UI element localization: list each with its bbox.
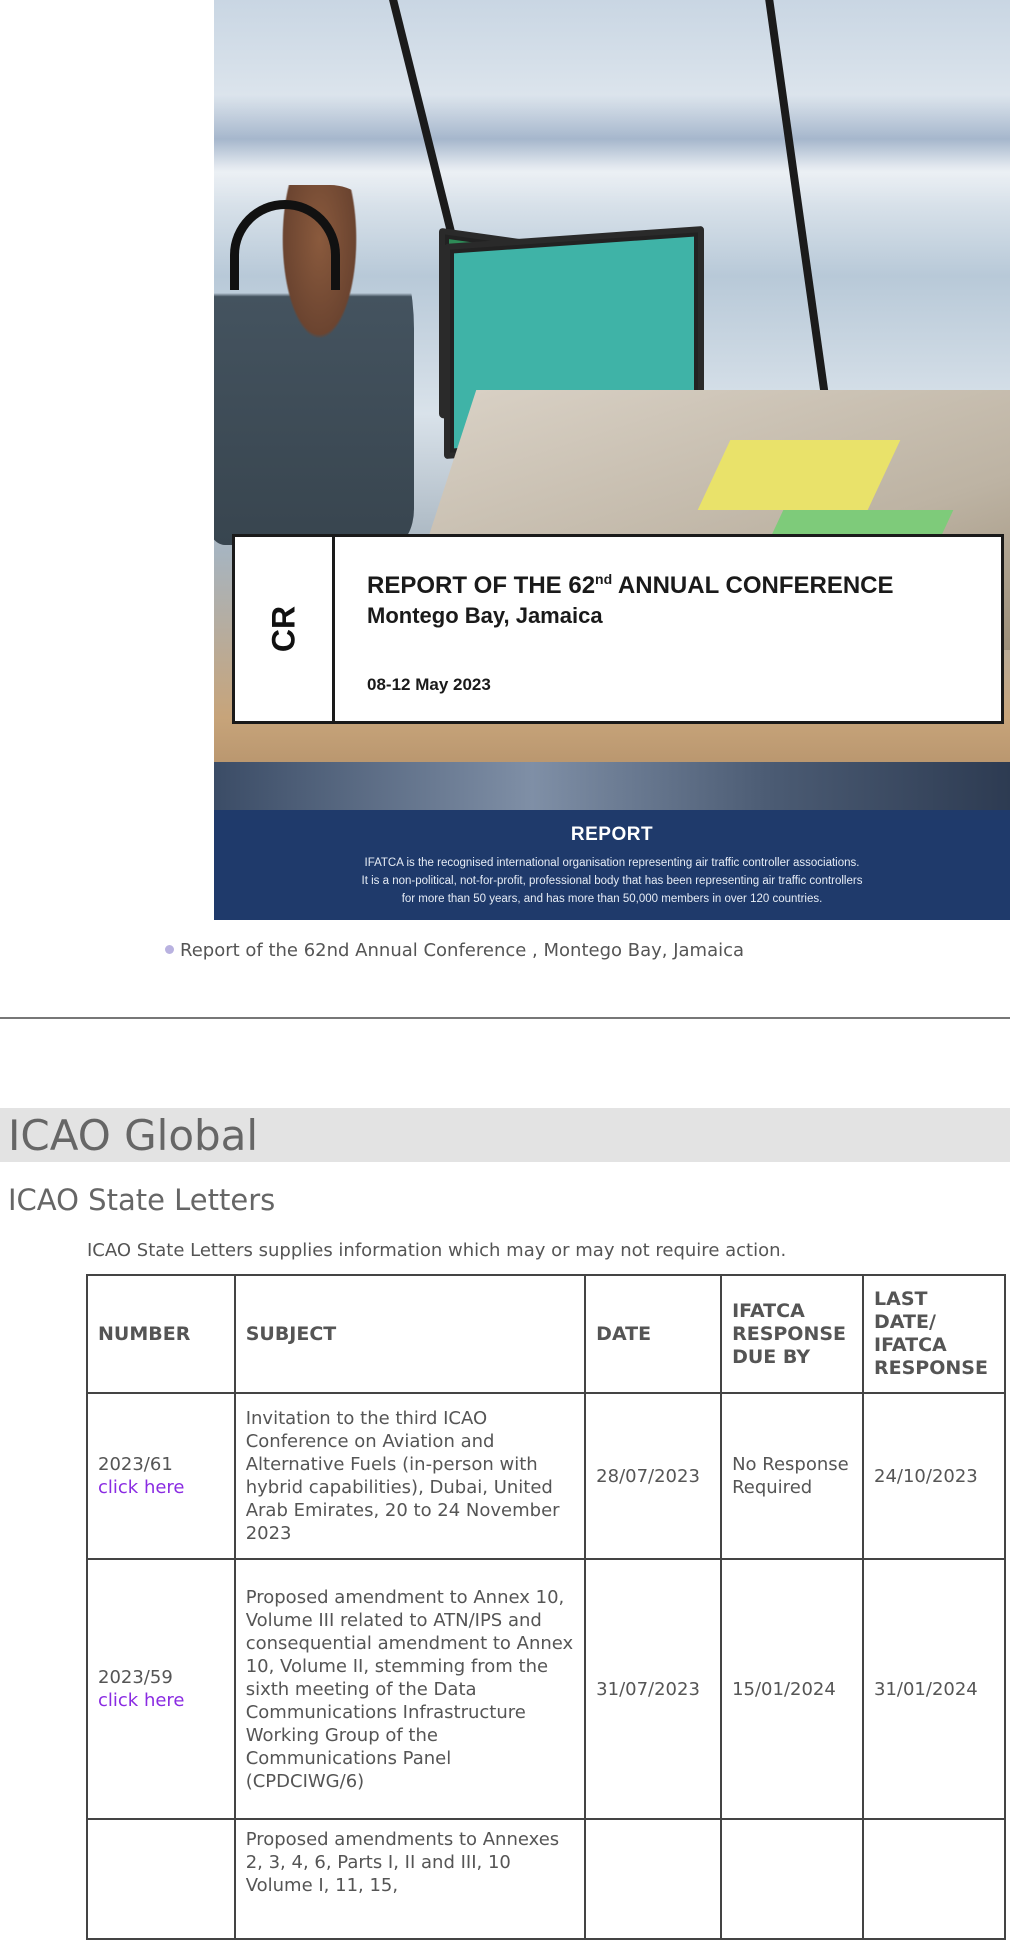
report-caption-link[interactable]: Report of the 62nd Annual Conference , M… [165,940,744,961]
section-divider [0,1017,1010,1019]
row-date [584,1818,723,1940]
row-number-cell: 2023/61 click here [86,1392,236,1560]
cover-footer-blurb: IFATCA is the recognised international o… [361,857,863,905]
cover-location: Montego Bay, Jamaica [367,603,603,628]
table-header-row: NUMBER SUBJECT DATE IFATCA RESPONSE DUE … [86,1274,1006,1394]
section-title: ICAO Global [8,1111,259,1160]
table-row: Proposed amendments to Annexes 2, 3, 4, … [86,1818,1006,1940]
header-number: NUMBER [86,1274,236,1394]
row-date: 31/07/2023 [584,1558,723,1820]
cover-footer: REPORT IFATCA is the recognised internat… [214,810,1010,920]
cover-footer-label: REPORT [570,824,654,845]
table-row: 2023/59 click here Proposed amendment to… [86,1558,1006,1820]
cover-side-label: CR [235,537,335,721]
cover-title: REPORT OF THE 62nd ANNUAL CONFERENCE [367,571,894,599]
cover-image-strip [214,762,1010,810]
row-last-date: 24/10/2023 [862,1392,1006,1560]
header-date: DATE [584,1274,723,1394]
row-number-cell: 2023/59 click here [86,1558,236,1820]
row-response-due [720,1818,865,1940]
row-subject: Invitation to the third ICAO Conference … [233,1392,587,1560]
row-last-date [862,1818,1006,1940]
click-here-link[interactable]: click here [98,1689,224,1712]
sub-heading: ICAO State Letters [8,1183,276,1217]
click-here-link[interactable]: click here [98,1476,224,1499]
header-last-date: LAST DATE/ IFATCA RESPONSE [862,1274,1006,1394]
state-letters-table: NUMBER SUBJECT DATE IFATCA RESPONSE DUE … [86,1274,1006,1940]
row-response-due: No Response Required [720,1392,865,1560]
cover-title-box: CR REPORT OF THE 62nd ANNUAL CONFERENCE … [232,534,1004,724]
cover-dates: 08-12 May 2023 [367,675,491,694]
section-intro: ICAO State Letters supplies information … [87,1240,787,1261]
row-subject: Proposed amendments to Annexes 2, 3, 4, … [233,1818,587,1940]
row-last-date: 31/01/2024 [862,1558,1006,1820]
row-subject: Proposed amendment to Annex 10, Volume I… [233,1558,587,1820]
row-number-cell [86,1818,236,1940]
table-row: 2023/61 click here Invitation to the thi… [86,1392,1006,1560]
bullet-icon [165,944,174,954]
header-response-due: IFATCA RESPONSE DUE BY [720,1274,865,1394]
row-date: 28/07/2023 [584,1392,723,1560]
header-subject: SUBJECT [233,1274,587,1394]
cover-panel [697,440,901,510]
section-heading-bar: ICAO Global [0,1108,1010,1162]
row-response-due: 15/01/2024 [720,1558,865,1820]
report-cover-image[interactable]: CR REPORT OF THE 62nd ANNUAL CONFERENCE … [214,0,1010,920]
